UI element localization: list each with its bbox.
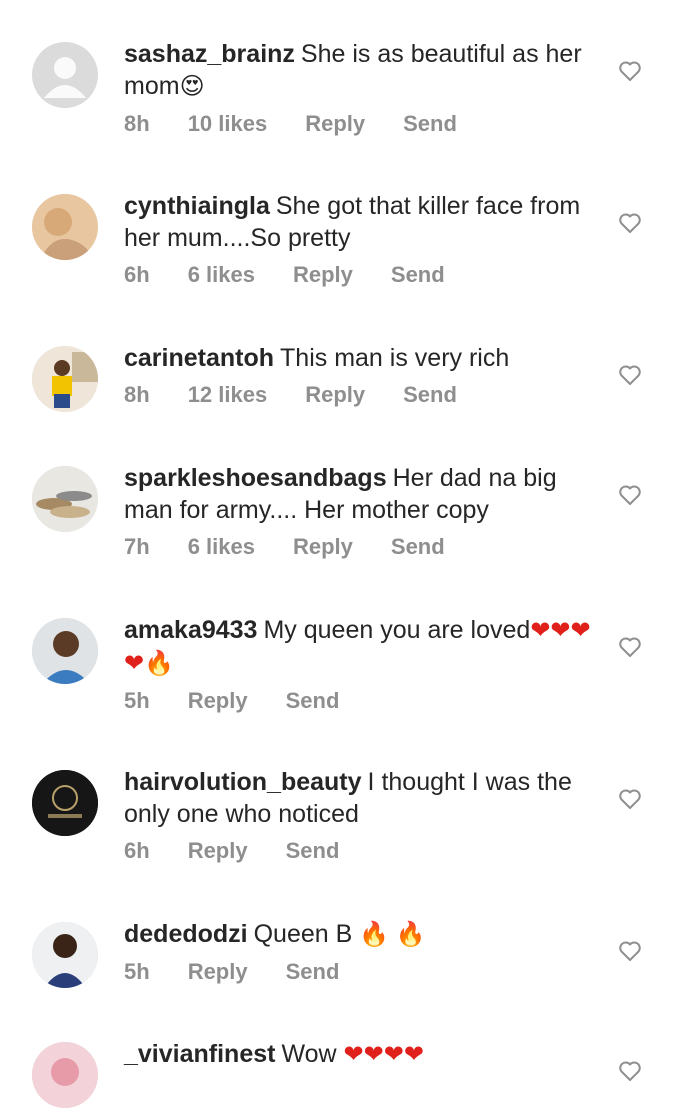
avatar[interactable]	[32, 1042, 98, 1108]
comment-text-line: cynthiaingla She got that killer face fro…	[124, 190, 594, 254]
reply-button[interactable]: Reply	[188, 688, 248, 714]
send-button[interactable]: Send	[403, 111, 457, 137]
emoji: ❤❤❤❤	[343, 1041, 424, 1068]
reply-button[interactable]: Reply	[305, 111, 365, 137]
comment-meta: 6h 6 likes Reply Send	[124, 262, 594, 288]
avatar[interactable]	[32, 618, 98, 684]
comment-text-line: carinetantoh This man is very rich	[124, 342, 594, 374]
emoji: 🔥 🔥	[359, 921, 426, 948]
send-button[interactable]: Send	[286, 838, 340, 864]
comment-username[interactable]: _vivianfinest	[124, 1040, 275, 1068]
send-button[interactable]: Send	[403, 382, 457, 408]
profile-photo	[32, 1042, 98, 1108]
comment-username[interactable]: dededodzi	[124, 920, 248, 948]
comment-body: _vivianfinest Wow ❤❤❤❤	[124, 1038, 594, 1071]
comment-body: dededodzi Queen B 🔥 🔥 5h Reply Send	[124, 918, 594, 985]
comment-likes[interactable]: 6 likes	[188, 534, 255, 560]
reply-button[interactable]: Reply	[188, 838, 248, 864]
comment-text-line: sparkleshoesandbags Her dad na big man fo…	[124, 462, 594, 526]
comment-text-line: sashaz_brainz She is as beautiful as her …	[124, 38, 594, 103]
send-button[interactable]: Send	[286, 688, 340, 714]
comment-text-line: dededodzi Queen B 🔥 🔥	[124, 918, 594, 951]
reply-button[interactable]: Reply	[305, 382, 365, 408]
comment-likes[interactable]: 12 likes	[188, 382, 268, 408]
avatar[interactable]	[32, 346, 98, 412]
comment-body: carinetantoh This man is very rich 8h 12 …	[124, 342, 594, 408]
comment-time: 5h	[124, 959, 150, 984]
comment-meta: 5h Reply Send	[124, 959, 594, 985]
heart-outline-icon[interactable]	[618, 636, 642, 658]
heart-outline-icon[interactable]	[618, 484, 642, 506]
comment-time: 8h	[124, 111, 150, 136]
reply-button[interactable]: Reply	[293, 534, 353, 560]
comment-body: cynthiaingla She got that killer face fro…	[124, 190, 594, 288]
avatar[interactable]	[32, 194, 98, 260]
comment-username[interactable]: sashaz_brainz	[124, 40, 295, 68]
comment-username[interactable]: sparkleshoesandbags	[124, 464, 387, 492]
profile-photo	[32, 618, 98, 684]
profile-photo	[32, 346, 98, 412]
comment-time: 7h	[124, 534, 150, 559]
heart-outline-icon[interactable]	[618, 940, 642, 962]
comment-likes[interactable]: 10 likes	[188, 111, 268, 137]
comment-username[interactable]: cynthiaingla	[124, 192, 270, 220]
comment-text-line: amaka9433 My queen you are loved❤❤❤❤🔥	[124, 614, 594, 680]
comment-username[interactable]: hairvolution_beauty	[124, 768, 362, 796]
heart-outline-icon[interactable]	[618, 364, 642, 386]
comment-meta: 8h 10 likes Reply Send	[124, 111, 594, 137]
comment-text: This man is very rich	[280, 344, 510, 372]
heart-outline-icon[interactable]	[618, 1060, 642, 1082]
comment-text: Wow	[281, 1040, 337, 1068]
comment-meta: 7h 6 likes Reply Send	[124, 534, 594, 560]
profile-photo	[32, 194, 98, 260]
profile-photo	[32, 770, 98, 836]
comment-meta: 8h 12 likes Reply Send	[124, 382, 594, 408]
comment-username[interactable]: carinetantoh	[124, 344, 274, 372]
comment-body: hairvolution_beauty I thought I was the o…	[124, 766, 594, 864]
send-button[interactable]: Send	[286, 959, 340, 985]
comment-text-line: hairvolution_beauty I thought I was the o…	[124, 766, 594, 830]
avatar[interactable]	[32, 42, 98, 108]
default-avatar-icon	[32, 42, 98, 108]
send-button[interactable]: Send	[391, 262, 445, 288]
send-button[interactable]: Send	[391, 534, 445, 560]
reply-button[interactable]: Reply	[293, 262, 353, 288]
comment-body: amaka9433 My queen you are loved❤❤❤❤🔥 5h …	[124, 614, 594, 714]
comment-text: Queen B	[253, 920, 353, 948]
comment-username[interactable]: amaka9433	[124, 616, 257, 644]
comment-text: My queen you are loved	[263, 616, 531, 644]
emoji: 😍	[179, 73, 205, 100]
reply-button[interactable]: Reply	[188, 959, 248, 985]
comment-time: 6h	[124, 838, 150, 863]
comment-time: 6h	[124, 262, 150, 287]
comment-body: sashaz_brainz She is as beautiful as her …	[124, 38, 594, 137]
profile-photo	[32, 922, 98, 988]
comment-meta: 5h Reply Send	[124, 688, 594, 714]
comment-text-line: _vivianfinest Wow ❤❤❤❤	[124, 1038, 594, 1071]
avatar[interactable]	[32, 466, 98, 532]
profile-photo	[32, 466, 98, 532]
comment-body: sparkleshoesandbags Her dad na big man fo…	[124, 462, 594, 560]
comment-time: 8h	[124, 382, 150, 407]
avatar[interactable]	[32, 922, 98, 988]
avatar[interactable]	[32, 770, 98, 836]
heart-outline-icon[interactable]	[618, 60, 642, 82]
heart-outline-icon[interactable]	[618, 212, 642, 234]
comment-likes[interactable]: 6 likes	[188, 262, 255, 288]
heart-outline-icon[interactable]	[618, 788, 642, 810]
comment-meta: 6h Reply Send	[124, 838, 594, 864]
comment-time: 5h	[124, 688, 150, 713]
